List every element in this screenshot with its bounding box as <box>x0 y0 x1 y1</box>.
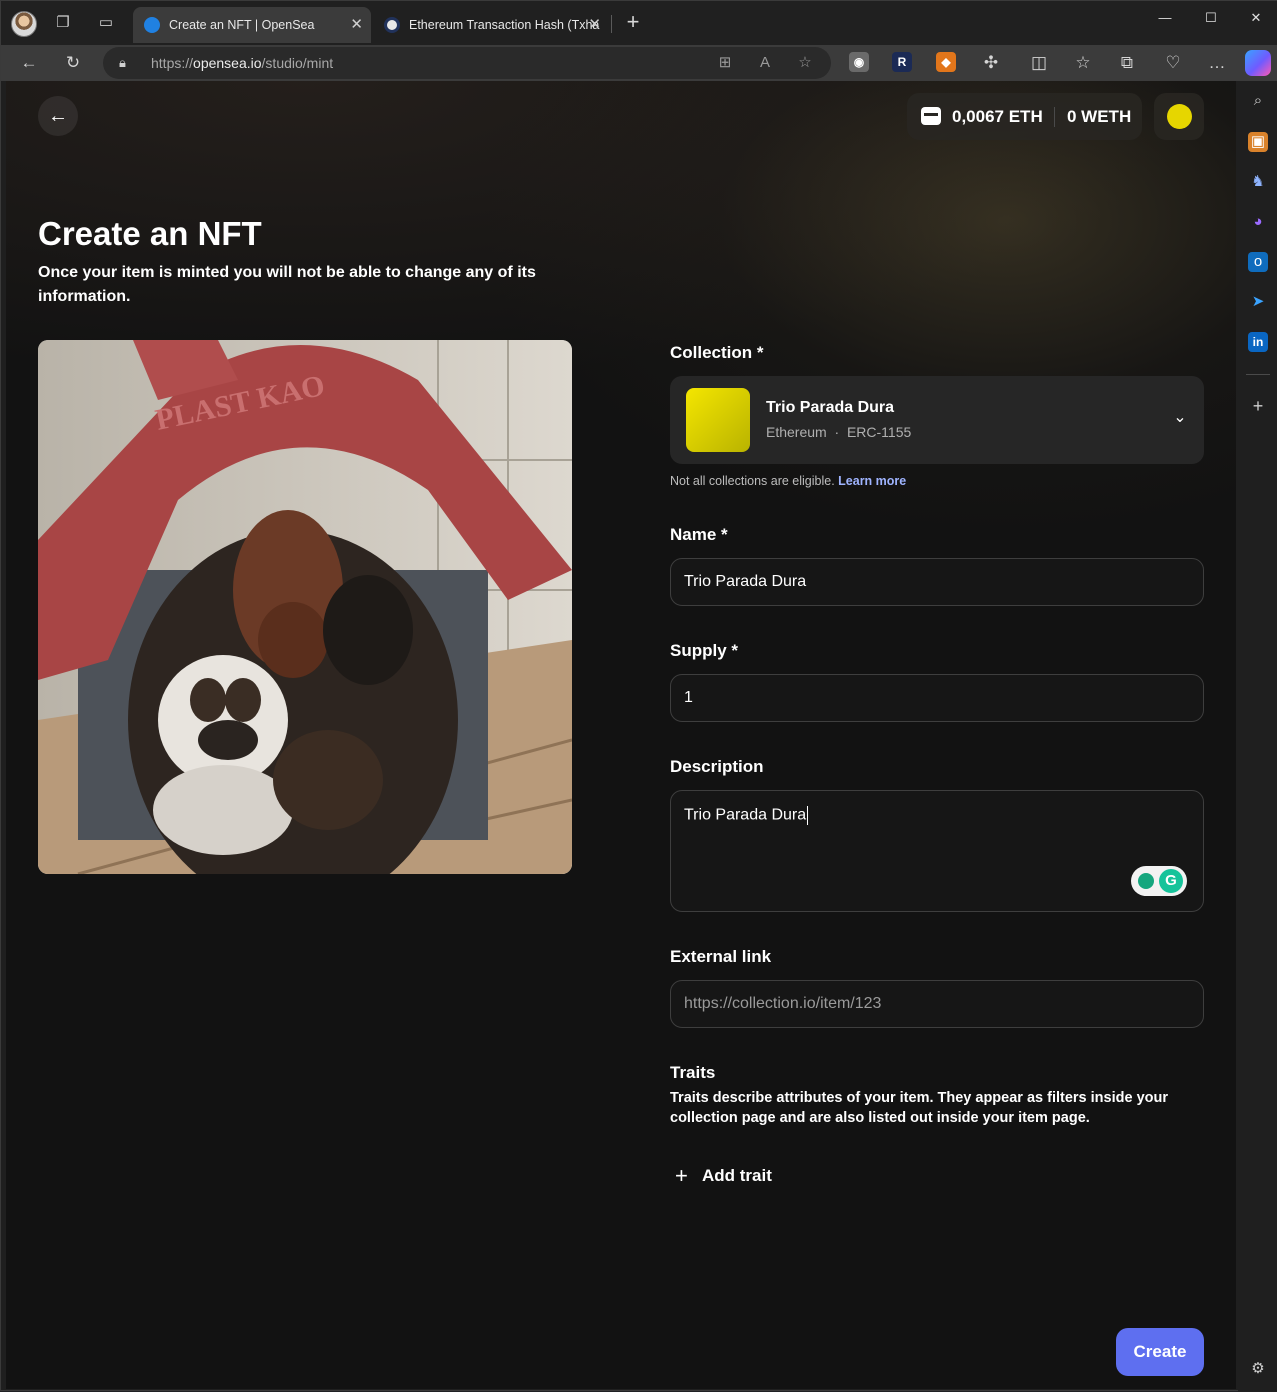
url-text: https://opensea.io/studio/mint <box>151 55 334 71</box>
copilot-icon[interactable] <box>1245 50 1271 76</box>
grammarly-suggestion-icon <box>1138 873 1154 889</box>
opensea-favicon-icon <box>144 17 160 33</box>
collection-hint: Not all collections are eligible. Learn … <box>670 474 907 488</box>
description-label: Description <box>670 757 764 776</box>
wallet-balance[interactable]: 0,0067 ETH 0 WETH <box>907 93 1142 140</box>
learn-more-link[interactable]: Learn more <box>838 474 906 488</box>
maximize-button[interactable]: ☐ <box>1188 7 1234 29</box>
extension-r-icon[interactable]: R <box>892 52 912 72</box>
collections-icon[interactable]: ⧉ <box>1115 51 1139 75</box>
app-available-icon[interactable]: ⊞ <box>715 53 735 73</box>
eth-balance: 0,0067 ETH <box>952 107 1043 126</box>
collection-thumbnail <box>686 388 750 452</box>
favorite-star-icon[interactable]: ☆ <box>795 53 815 73</box>
page-title: Create an NFT <box>38 215 262 252</box>
close-tab-icon[interactable]: ✕ <box>588 7 601 43</box>
new-tab-icon[interactable]: + <box>621 11 645 35</box>
linkedin-icon[interactable]: in <box>1248 332 1268 352</box>
sidebar-settings-gear-icon[interactable]: ⚙ <box>1248 1359 1268 1379</box>
tab-title: Ethereum Transaction Hash (Txha <box>409 18 600 32</box>
workspaces-icon[interactable]: ❐ <box>53 13 73 33</box>
description-textarea[interactable]: Trio Parada Dura G <box>670 790 1204 912</box>
collection-label: Collection * <box>670 343 764 362</box>
account-button[interactable] <box>1154 93 1204 140</box>
collection-meta: Ethereum · ERC-1155 <box>766 424 912 440</box>
supply-input[interactable]: 1 <box>670 674 1204 722</box>
read-aloud-icon[interactable]: A <box>755 53 775 73</box>
tab-separator <box>611 15 612 33</box>
create-button[interactable]: Create <box>1116 1328 1204 1376</box>
add-trait-label: Add trait <box>702 1166 772 1185</box>
traits-description: Traits describe attributes of your item.… <box>670 1090 1168 1126</box>
grammarly-icon[interactable]: G <box>1131 866 1187 896</box>
external-link-label: External link <box>670 947 772 966</box>
external-link-placeholder: https://collection.io/item/123 <box>684 995 882 1012</box>
close-tab-icon[interactable]: ✕ <box>350 7 363 43</box>
games-icon[interactable]: ♞ <box>1248 172 1268 192</box>
supply-label: Supply * <box>670 641 739 660</box>
browser-window: ❐ ▭ Create an NFT | OpenSea ✕ Ethereum T… <box>0 0 1277 1392</box>
send-icon[interactable]: ➤ <box>1248 292 1268 312</box>
name-label: Name * <box>670 525 728 544</box>
refresh-icon[interactable]: ↻ <box>61 51 85 75</box>
back-icon[interactable]: ← <box>17 51 41 75</box>
favorites-icon[interactable]: ☆ <box>1071 51 1095 75</box>
browser-toolbar: ← ↻ 🔒︎ https://opensea.io/studio/mint ⊞ … <box>1 45 1277 81</box>
name-input[interactable]: Trio Parada Dura <box>670 558 1204 606</box>
minimize-button[interactable]: — <box>1142 7 1188 29</box>
tools-icon[interactable]: ▣ <box>1248 132 1268 152</box>
external-link-input[interactable]: https://collection.io/item/123 <box>670 980 1204 1028</box>
browser-essentials-icon[interactable]: ♡ <box>1161 51 1185 75</box>
tab-opensea[interactable]: Create an NFT | OpenSea ✕ <box>133 7 371 43</box>
back-arrow-icon[interactable]: ← <box>38 96 78 136</box>
page-subtitle: Once your item is minted you will not be… <box>38 264 536 305</box>
grammarly-logo-icon: G <box>1159 869 1183 893</box>
chevron-down-icon[interactable]: ⌄ <box>1170 406 1190 430</box>
extension-owl-icon[interactable]: ◉ <box>849 52 869 72</box>
metamask-extension-icon[interactable]: ◆ <box>936 52 956 72</box>
edge-sidebar: ⌕ ▣ ♞ ◕ o ➤ in + ⚙ <box>1238 81 1277 1392</box>
more-menu-icon[interactable]: … <box>1205 51 1229 75</box>
avatar <box>1167 104 1192 129</box>
etherscan-favicon-icon <box>384 17 400 33</box>
lock-icon: 🔒︎ <box>119 55 126 70</box>
opensea-page: ← 0,0067 ETH 0 WETH Create an NFT Once y… <box>6 81 1236 1389</box>
weth-balance: 0 WETH <box>1067 107 1132 126</box>
tab-actions-icon[interactable]: ▭ <box>96 13 116 33</box>
add-trait-button[interactable]: + Add trait <box>670 1160 800 1192</box>
dog-house-photo: PLAST KAO <box>38 340 572 874</box>
copilot-sidebar-icon[interactable]: ◕ <box>1248 212 1268 232</box>
profile-avatar[interactable] <box>11 11 37 37</box>
extensions-icon[interactable]: ✣ <box>979 51 1003 75</box>
traits-label: Traits <box>670 1063 716 1082</box>
search-icon[interactable]: ⌕ <box>1248 91 1268 111</box>
close-window-button[interactable]: ✕ <box>1233 7 1277 29</box>
tab-etherscan[interactable]: Ethereum Transaction Hash (Txha ✕ <box>373 7 609 43</box>
outlook-icon[interactable]: o <box>1248 252 1268 272</box>
nft-media-preview[interactable]: PLAST KAO <box>38 340 572 874</box>
wallet-icon <box>921 107 941 125</box>
tab-strip: ❐ ▭ Create an NFT | OpenSea ✕ Ethereum T… <box>1 1 1277 45</box>
description-text: Trio Parada Dura <box>684 806 807 824</box>
split-screen-icon[interactable]: ◫ <box>1027 51 1051 75</box>
address-bar[interactable]: 🔒︎ https://opensea.io/studio/mint ⊞ A ☆ <box>103 47 831 79</box>
sidebar-divider <box>1246 374 1270 375</box>
add-sidebar-app-icon[interactable]: + <box>1248 396 1268 416</box>
plus-icon: + <box>675 1163 688 1188</box>
balance-divider <box>1054 107 1055 127</box>
text-caret <box>807 806 809 825</box>
collection-name: Trio Parada Dura <box>766 399 895 416</box>
collection-selector[interactable]: Trio Parada Dura Ethereum · ERC-1155 ⌄ <box>670 376 1204 464</box>
tab-title: Create an NFT | OpenSea <box>169 18 315 32</box>
